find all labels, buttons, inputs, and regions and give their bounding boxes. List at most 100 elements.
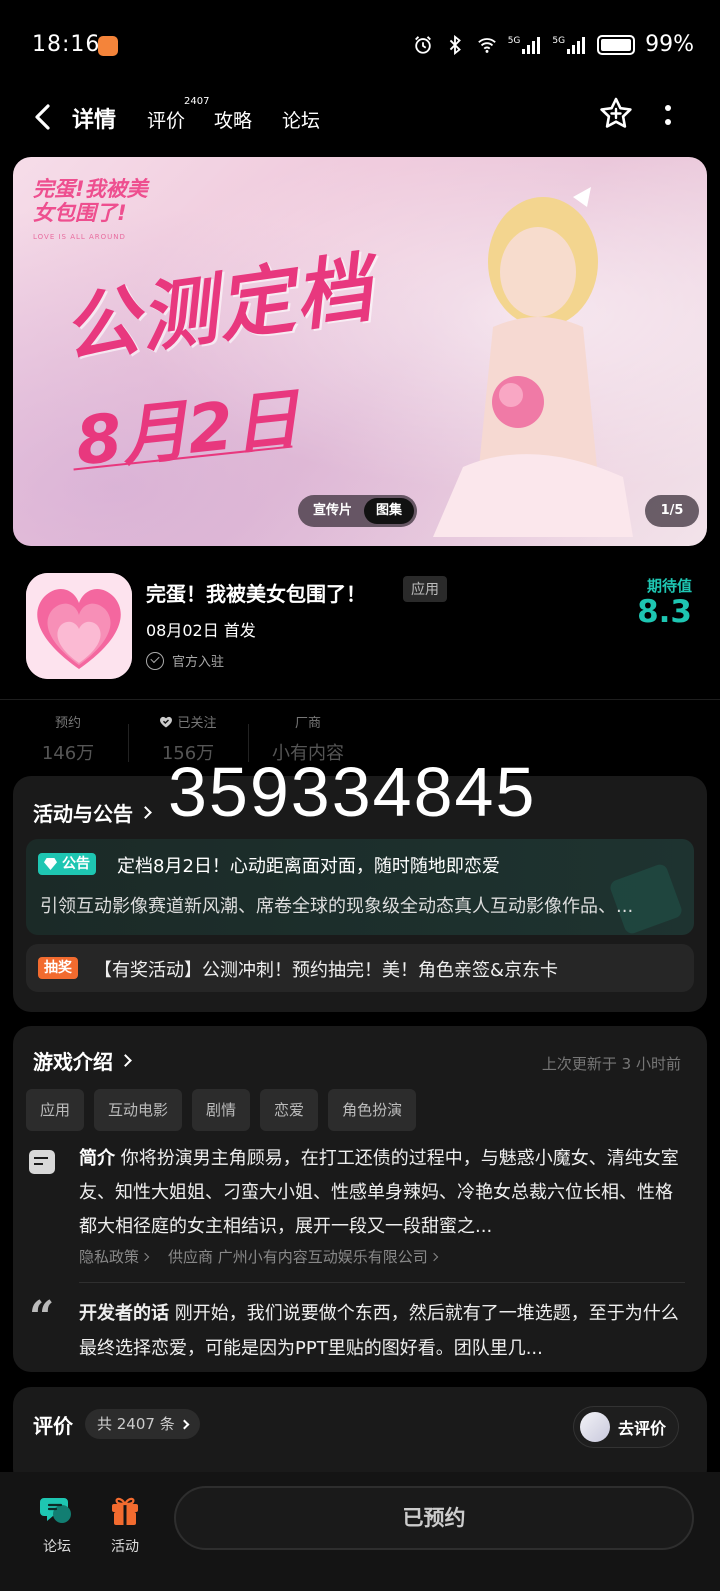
media-switch: 宣传片 图集 — [298, 495, 418, 527]
favorite-star-icon[interactable] — [598, 96, 634, 132]
notice-title: 定档8月2日！心动距离面对面，随时随地即恋爱 — [117, 856, 500, 877]
app-title: 完蛋！我被美女包围了！ — [146, 582, 366, 606]
bottom-activity-button[interactable]: 活动 — [95, 1494, 155, 1556]
summary-icon — [29, 1150, 55, 1174]
chevron-right-icon — [119, 1054, 132, 1067]
forum-chat-icon — [40, 1498, 71, 1523]
gift-icon — [112, 1497, 138, 1525]
summary-label: 简介 — [79, 1148, 115, 1169]
tag-item[interactable]: 剧情 — [192, 1089, 251, 1131]
reviews-title[interactable]: 评价 共 2407 条 — [33, 1409, 200, 1439]
wifi-icon — [477, 37, 496, 53]
stat-vendor-label: 厂商 — [294, 716, 321, 731]
tags-row: 应用 互动电影 剧情 恋爱 角色扮演 — [26, 1089, 417, 1131]
heart-check-icon — [160, 716, 173, 728]
tab-details[interactable]: 详情 — [72, 102, 117, 134]
privacy-policy-label: 隐私政策 — [79, 1248, 140, 1266]
status-bar: 18:16 5G 5G 99% — [0, 0, 720, 90]
developer-words-label: 开发者的话 — [79, 1303, 169, 1324]
write-review-button[interactable]: 去评价 — [572, 1406, 679, 1448]
update-time: 上次更新于 3 小时前 — [541, 1055, 681, 1073]
alarm-icon — [414, 35, 431, 54]
review-count-badge[interactable]: 共 2407 条 — [85, 1409, 200, 1439]
gem-icon — [44, 858, 57, 870]
switch-video[interactable]: 宣传片 — [301, 498, 364, 524]
divider — [79, 1282, 685, 1283]
avatar — [579, 1412, 610, 1442]
app-icon[interactable] — [26, 573, 132, 679]
battery-icon — [597, 34, 636, 55]
banner-game-logo: 完蛋!我被美女包围了! LOVE IS ALL AROUND — [33, 177, 163, 249]
official-label: 官方入驻 — [172, 655, 225, 670]
summary-body: 你将扮演男主角顾易，在打工还债的过程中，与魅惑小魔女、清纯女室友、知性大姐姐、刁… — [79, 1148, 679, 1237]
banner-page-counter: 1/5 — [645, 495, 699, 527]
signal-icon: 5G — [508, 36, 543, 54]
switch-gallery[interactable]: 图集 — [364, 498, 415, 524]
notice-tag: 公告 — [38, 853, 96, 875]
notice-body: 引领互动影像赛道新风潮、席卷全球的现象级全动态真人互动影像作品、... — [40, 896, 634, 917]
notice-tag-label: 公告 — [62, 856, 90, 872]
lottery-item[interactable]: 抽奖 【有奖活动】公测冲刺！预约抽完！美！角色亲签&京东卡 — [26, 944, 694, 992]
status-time: 18:16 — [32, 32, 101, 57]
quote-icon: “ — [29, 1292, 55, 1343]
overlay-number: 359334845 — [168, 753, 537, 831]
supplier-link[interactable]: 供应商 广州小有内容互动娱乐有限公司 — [168, 1246, 439, 1267]
lottery-text: 【有奖活动】公测冲刺！预约抽完！美！角色亲签&京东卡 — [94, 960, 559, 981]
app-release-date: 08月02日 首发 — [146, 621, 256, 640]
write-review-label: 去评价 — [617, 1419, 666, 1438]
tab-reviews-badge: 2407 — [184, 96, 210, 107]
summary-text[interactable]: 简介 你将扮演男主角顾易，在打工还债的过程中，与魅惑小魔女、清纯女室友、知性大姐… — [79, 1142, 679, 1247]
tag-item[interactable]: 互动电影 — [94, 1089, 183, 1131]
expectation-value: 8.3 — [637, 594, 692, 630]
notification-app-icon — [98, 36, 118, 56]
tag-item[interactable]: 角色扮演 — [328, 1089, 417, 1131]
app-type-tag: 应用 — [403, 576, 447, 602]
battery-percent: 99% — [645, 32, 694, 57]
tab-details-label: 详情 — [72, 108, 117, 133]
notice-item[interactable]: 公告 定档8月2日！心动距离面对面，随时随地即恋爱 引领互动影像赛道新风潮、席卷… — [26, 839, 694, 935]
chevron-right-icon — [140, 1252, 150, 1262]
tab-guides[interactable]: 攻略 — [214, 106, 252, 133]
check-circle-icon — [146, 651, 164, 670]
signal-1-label: 5G — [507, 35, 521, 46]
chevron-right-icon — [139, 806, 152, 819]
promo-banner[interactable]: 完蛋!我被美女包围了! LOVE IS ALL AROUND 公测定档 8月2日… — [13, 157, 707, 546]
review-count-label: 共 2407 条 — [97, 1415, 175, 1433]
intro-title-label: 游戏介绍 — [33, 1050, 113, 1074]
tag-item[interactable]: 恋爱 — [260, 1089, 319, 1131]
tag-item[interactable]: 应用 — [26, 1089, 85, 1131]
battery-fill — [601, 38, 631, 51]
more-options-icon[interactable] — [660, 100, 676, 130]
reviews-title-label: 评价 — [33, 1413, 73, 1438]
chevron-right-icon — [429, 1252, 439, 1262]
status-icons: 5G 5G 99% — [412, 32, 694, 57]
link-row: 隐私政策 供应商 广州小有内容互动娱乐有限公司 — [79, 1246, 439, 1267]
intro-title[interactable]: 游戏介绍 — [33, 1046, 132, 1075]
bottom-activity-label: 活动 — [111, 1539, 139, 1555]
back-arrow-icon[interactable] — [28, 100, 58, 134]
privacy-policy-link[interactable]: 隐私政策 — [79, 1246, 150, 1267]
signal-icon-2: 5G — [552, 36, 587, 54]
signal-2-label: 5G — [552, 35, 566, 46]
developer-words-body: 刚开始，我们说要做个东西，然后就有了一堆选题，至于为什么最终选择恋爱，可能是因为… — [79, 1303, 679, 1359]
lottery-tag: 抽奖 — [38, 957, 78, 979]
tab-forum[interactable]: 论坛 — [282, 106, 320, 133]
chevron-right-icon — [179, 1419, 190, 1429]
bluetooth-icon — [449, 34, 461, 55]
stat-followers-label: 已关注 — [177, 716, 217, 731]
tab-reviews[interactable]: 评价 — [147, 106, 185, 133]
reserved-button[interactable]: 已预约 — [174, 1486, 694, 1550]
activities-title-label: 活动与公告 — [33, 802, 133, 826]
official-badge[interactable]: 官方入驻 — [146, 651, 224, 670]
supplier-label: 供应商 广州小有内容互动娱乐有限公司 — [168, 1248, 428, 1266]
bottom-forum-label: 论坛 — [43, 1539, 71, 1555]
divider — [0, 699, 720, 700]
stat-separator — [128, 724, 129, 762]
header-nav: 详情 评价 2407 攻略 论坛 — [0, 90, 720, 150]
stat-reservations[interactable]: 预约 146万 — [40, 712, 96, 765]
stat-followers-label-row: 已关注 — [156, 712, 220, 731]
bottom-forum-button[interactable]: 论坛 — [27, 1494, 87, 1556]
game-intro-card: 游戏介绍 上次更新于 3 小时前 应用 互动电影 剧情 恋爱 角色扮演 简介 你… — [13, 1026, 707, 1372]
developer-words[interactable]: 开发者的话 刚开始，我们说要做个东西，然后就有了一堆选题，至于为什么最终选择恋爱… — [79, 1296, 679, 1366]
activities-title[interactable]: 活动与公告 — [33, 798, 152, 827]
